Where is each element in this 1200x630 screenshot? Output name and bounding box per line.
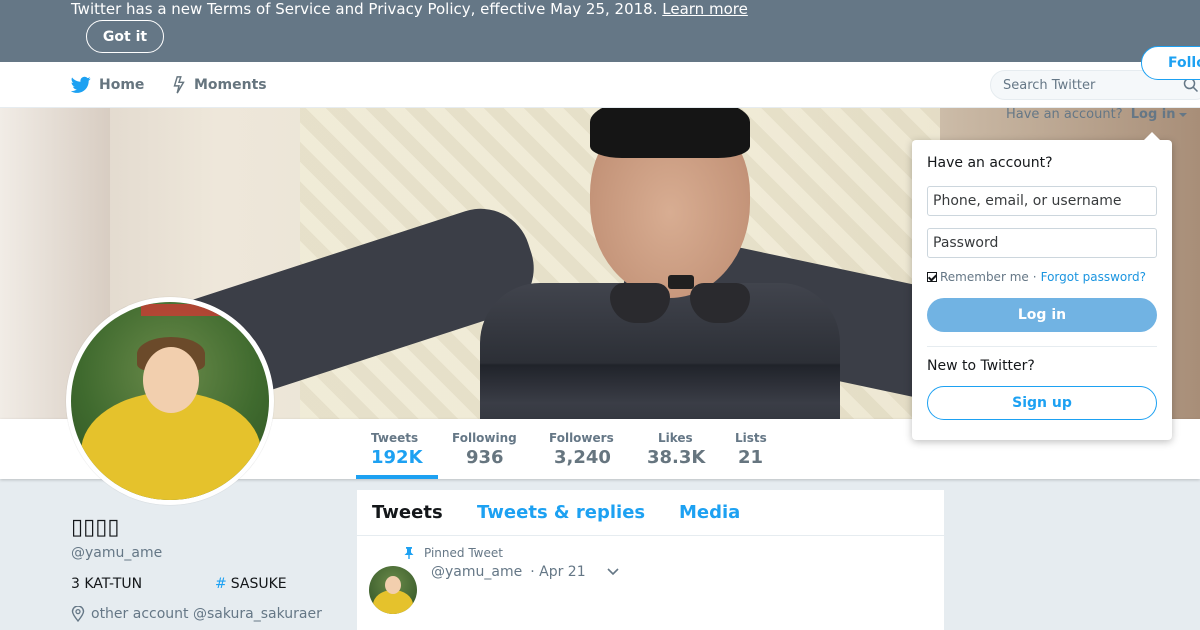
location-text: other account @sakura_sakuraer — [91, 606, 322, 622]
stat-label: Likes — [658, 431, 693, 445]
forgot-password-link[interactable]: Forgot password? — [1041, 270, 1146, 284]
remember-me-checkbox[interactable] — [927, 272, 937, 282]
nav-home-label: Home — [99, 77, 145, 93]
stat-label: Followers — [549, 431, 614, 445]
pin-icon — [404, 547, 414, 559]
login-dropdown-panel: Have an account? Remember me · Forgot pa… — [912, 132, 1172, 440]
follow-button[interactable]: Follow — [1141, 46, 1200, 80]
chevron-down-icon[interactable] — [606, 567, 620, 577]
divider — [927, 346, 1157, 347]
login-dropdown-link[interactable]: Log in — [1131, 107, 1176, 122]
caret-down-icon — [1178, 112, 1187, 117]
search-input[interactable] — [991, 71, 1161, 99]
stat-value: 21 — [738, 447, 764, 468]
lightning-bolt-icon — [173, 76, 185, 94]
policy-notice-message: Twitter has a new Terms of Service and P… — [71, 0, 658, 18]
stat-value: 3,240 — [554, 447, 611, 468]
timeline-tabs: Tweets Tweets & replies Media — [357, 490, 944, 536]
policy-notice-text: Twitter has a new Terms of Service and P… — [71, 0, 748, 18]
stat-followers[interactable]: Followers 3,240 — [549, 419, 614, 479]
tab-media[interactable]: Media — [679, 490, 740, 536]
password-field[interactable] — [927, 228, 1157, 258]
profile-bio-item: 3 KAT-TUN — [71, 576, 143, 592]
stat-lists[interactable]: Lists 21 — [735, 419, 767, 479]
stat-value: 192K — [371, 447, 423, 468]
have-account-text: Have an account? — [1006, 107, 1123, 122]
signup-button[interactable]: Sign up — [927, 386, 1157, 420]
remember-me-row: Remember me · Forgot password? — [927, 270, 1146, 284]
got-it-button[interactable]: Got it — [86, 20, 164, 53]
profile-avatar[interactable] — [66, 297, 274, 505]
timeline: Tweets Tweets & replies Media Pinned Twe… — [357, 490, 944, 630]
location-pin-icon — [71, 606, 85, 622]
profile-name[interactable]: ▯▯▯▯ — [71, 513, 341, 543]
top-navigation: Home Moments — [0, 62, 1200, 108]
separator-dot: · — [1032, 270, 1037, 284]
nav-home[interactable]: Home — [71, 62, 144, 108]
learn-more-link[interactable]: Learn more — [662, 0, 748, 18]
stat-tweets[interactable]: Tweets 192K — [356, 419, 437, 479]
tweet-date[interactable]: · Apr 21 — [530, 564, 585, 580]
pinned-tweet-label: Pinned Tweet — [404, 546, 503, 560]
profile-card: ▯▯▯▯ @yamu_ame 3 KAT-TUN # SASUKE other a… — [71, 513, 341, 622]
tab-tweets[interactable]: Tweets — [372, 490, 443, 536]
profile-hashtag[interactable]: # SASUKE — [215, 576, 287, 592]
username-field[interactable] — [927, 186, 1157, 216]
login-button[interactable]: Log in — [927, 298, 1157, 332]
hashtag-text: SASUKE — [230, 576, 287, 592]
stat-value: 936 — [466, 447, 504, 468]
pinned-tweet-text: Pinned Tweet — [424, 546, 503, 560]
nav-moments-label: Moments — [194, 77, 267, 93]
tweet-handle[interactable]: @yamu_ame — [431, 564, 522, 580]
account-login-toggle[interactable]: Have an account? Log in — [1006, 107, 1187, 122]
stat-label: Lists — [735, 431, 767, 445]
nav-moments[interactable]: Moments — [172, 62, 267, 108]
tweet-header: @yamu_ame · Apr 21 — [431, 564, 620, 580]
hashtag-symbol: # — [215, 576, 227, 592]
new-to-twitter-text: New to Twitter? — [927, 358, 1035, 374]
profile-location: other account @sakura_sakuraer — [71, 606, 322, 622]
twitter-bird-icon — [71, 76, 91, 93]
profile-handle[interactable]: @yamu_ame — [71, 545, 341, 561]
policy-notice-banner: Twitter has a new Terms of Service and P… — [0, 0, 1200, 62]
stat-value: 38.3K — [647, 447, 706, 468]
remember-me-label[interactable]: Remember me — [940, 270, 1029, 284]
stat-label: Following — [452, 431, 517, 445]
stat-likes[interactable]: Likes 38.3K — [647, 419, 705, 479]
login-panel-title: Have an account? — [927, 155, 1053, 171]
avatar-image — [71, 302, 269, 500]
stat-following[interactable]: Following 936 — [452, 419, 517, 479]
tab-tweets-and-replies[interactable]: Tweets & replies — [477, 490, 645, 536]
stat-label: Tweets — [371, 431, 419, 445]
tweet-avatar[interactable] — [369, 566, 417, 614]
